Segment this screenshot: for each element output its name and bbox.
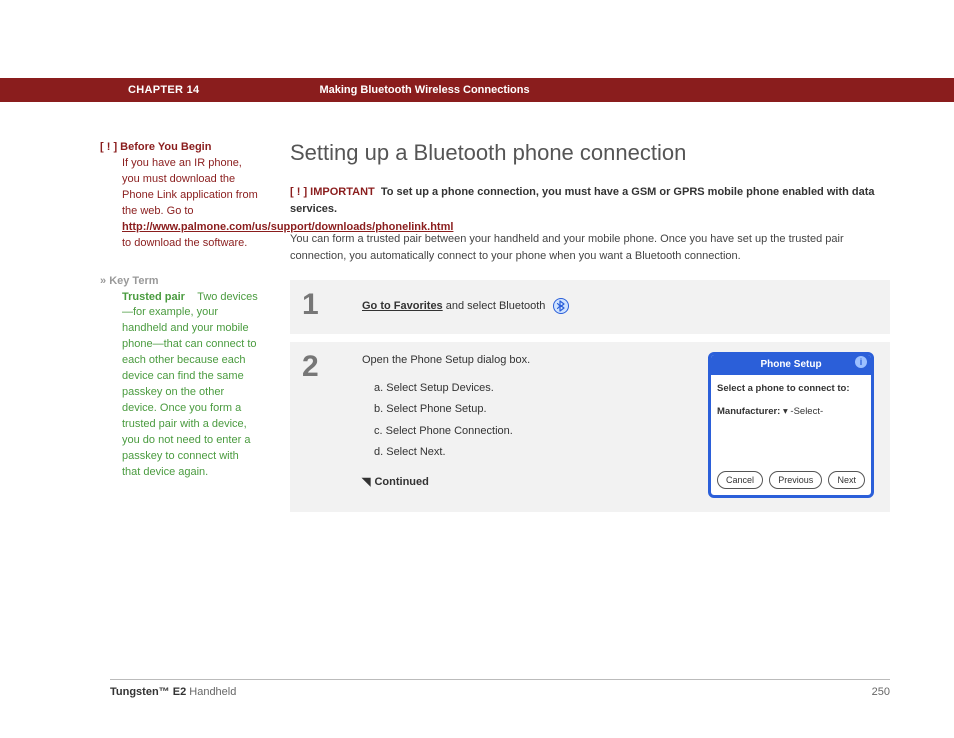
dialog-titlebar: Phone Setup i (711, 355, 871, 375)
important-label: IMPORTANT (310, 186, 375, 198)
page-number: 250 (872, 686, 890, 698)
step-1: 1 Go to Favorites and select Bluetooth (290, 280, 890, 334)
dialog-prompt: Select a phone to connect to: (717, 381, 865, 396)
before-you-begin-body: If you have an IR phone, you must downlo… (122, 156, 260, 252)
footer: Tungsten™ E2 Handheld 250 (110, 679, 890, 698)
main-content: Setting up a Bluetooth phone connection … (290, 140, 890, 520)
continued-arrow-icon: ◥ (362, 474, 370, 492)
step-2-lead: Open the Phone Setup dialog box. (362, 352, 690, 370)
step-2d: d. Select Next. (362, 444, 690, 462)
important-marker-icon: [ ! ] (290, 186, 307, 198)
previous-button[interactable]: Previous (769, 471, 822, 489)
next-button[interactable]: Next (828, 471, 865, 489)
byb-text-1: If you have an IR phone, you must downlo… (122, 157, 258, 217)
important-note: [ ! ] IMPORTANT To set up a phone connec… (290, 184, 890, 217)
before-you-begin-callout: [ ! ] Before You Begin If you have an IR… (100, 140, 260, 252)
steps-list: 1 Go to Favorites and select Bluetooth 2 (290, 280, 890, 512)
key-term-title: Key Term (109, 275, 158, 287)
key-term-marker-icon: » (100, 275, 106, 287)
step-2: 2 Open the Phone Setup dialog box. a. Se… (290, 342, 890, 512)
step-2c: c. Select Phone Connection. (362, 423, 690, 441)
key-term-body (188, 291, 197, 303)
before-you-begin-title: Before You Begin (120, 141, 211, 153)
manufacturer-label: Manufacturer: (717, 406, 780, 417)
chapter-title: Making Bluetooth Wireless Connections (319, 84, 529, 96)
page-title: Setting up a Bluetooth phone connection (290, 140, 890, 166)
header-bar: CHAPTER 14 Making Bluetooth Wireless Con… (0, 78, 954, 102)
step-1-text: and select Bluetooth (443, 300, 546, 312)
cancel-button[interactable]: Cancel (717, 471, 763, 489)
phone-setup-dialog: Phone Setup i Select a phone to connect … (708, 352, 874, 498)
bluetooth-icon (553, 298, 569, 314)
sidebar: [ ! ] Before You Begin If you have an IR… (100, 140, 290, 520)
dialog-title-text: Phone Setup (760, 359, 821, 370)
go-to-favorites-link[interactable]: Go to Favorites (362, 300, 443, 312)
key-term-term: Trusted pair (122, 291, 185, 303)
intro-paragraph: You can form a trusted pair between your… (290, 231, 890, 264)
chapter-label: CHAPTER 14 (128, 84, 199, 96)
step-2-number: 2 (302, 352, 362, 498)
product-name: Tungsten™ E2 Handheld (110, 686, 236, 698)
continued-label: Continued (374, 476, 428, 488)
step-1-number: 1 (302, 290, 362, 320)
step-2b: b. Select Phone Setup. (362, 401, 690, 419)
important-text: To set up a phone connection, you must h… (290, 186, 875, 215)
key-term-callout: » Key Term Trusted pair Two devices—for … (100, 274, 260, 481)
step-2a: a. Select Setup Devices. (362, 380, 690, 398)
key-term-definition: Two devices—for example, your handheld a… (122, 291, 258, 478)
warning-marker-icon: [ ! ] (100, 141, 117, 153)
product-rest: Handheld (186, 686, 236, 698)
byb-text-2: to download the software. (122, 237, 247, 249)
product-bold: Tungsten™ E2 (110, 686, 186, 698)
manufacturer-select[interactable]: -Select- (790, 406, 823, 417)
continued-indicator: ◥ Continued (362, 474, 690, 492)
info-icon[interactable]: i (855, 356, 867, 368)
